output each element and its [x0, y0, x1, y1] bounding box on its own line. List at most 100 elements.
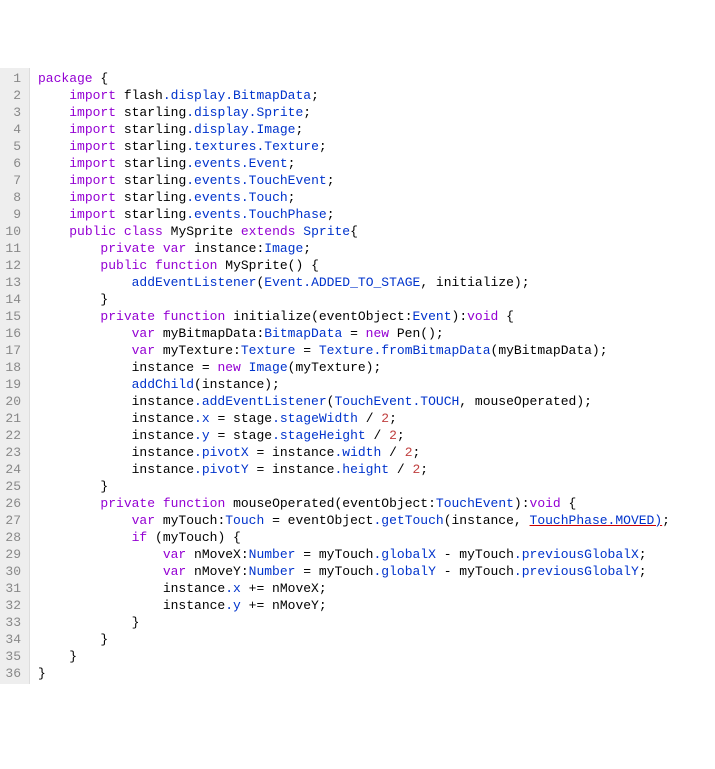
code-token: addChild	[132, 377, 194, 392]
code-token: .height	[334, 462, 389, 477]
code-token	[38, 564, 163, 579]
code-token: Image	[264, 241, 303, 256]
code-token: }	[38, 632, 108, 647]
code-token: private	[100, 241, 155, 256]
code-line: public function MySprite() {	[38, 257, 715, 274]
line-number: 32	[4, 597, 21, 614]
line-number: 26	[4, 495, 21, 512]
code-line: instance.y += nMoveY;	[38, 597, 715, 614]
code-token: .display.Image	[186, 122, 295, 137]
line-number: 2	[4, 87, 21, 104]
code-token: /	[358, 411, 381, 426]
code-token: .events.Event	[186, 156, 287, 171]
code-token: (instance,	[444, 513, 530, 528]
code-token: public	[100, 258, 147, 273]
code-token: extends	[241, 224, 296, 239]
code-token: ;	[662, 513, 670, 528]
line-number: 8	[4, 189, 21, 206]
code-token	[38, 547, 163, 562]
code-token	[38, 326, 132, 341]
code-token: ;	[413, 445, 421, 460]
code-token: var	[132, 326, 155, 341]
code-token	[38, 224, 69, 239]
code-token: instance	[38, 462, 194, 477]
code-token: myTexture:	[155, 343, 241, 358]
code-token: {	[350, 224, 358, 239]
code-token	[116, 224, 124, 239]
code-token: ;	[327, 207, 335, 222]
code-token: .previousGlobalY	[514, 564, 639, 579]
code-token: }	[38, 649, 77, 664]
code-token	[241, 360, 249, 375]
code-token: starling	[116, 173, 186, 188]
line-number: 10	[4, 223, 21, 240]
code-token: void	[467, 309, 498, 324]
code-token: TouchPhase	[530, 513, 608, 528]
code-token: function	[163, 309, 225, 324]
code-token: 2	[405, 445, 413, 460]
line-number: 21	[4, 410, 21, 427]
code-token: ;	[288, 190, 296, 205]
code-token: Number	[249, 547, 296, 562]
code-token: .previousGlobalX	[514, 547, 639, 562]
code-token: .textures.Texture	[186, 139, 319, 154]
code-token: ):	[514, 496, 530, 511]
code-line: if (myTouch) {	[38, 529, 715, 546]
code-token: BitmapData	[264, 326, 342, 341]
code-line: import starling.events.Touch;	[38, 189, 715, 206]
code-token: import	[69, 156, 116, 171]
code-token: Pen();	[389, 326, 444, 341]
code-token: ):	[452, 309, 468, 324]
code-token: (instance);	[194, 377, 280, 392]
code-token: starling	[116, 105, 186, 120]
code-token	[38, 258, 100, 273]
code-token	[38, 190, 69, 205]
code-token: myTouch:	[155, 513, 225, 528]
line-number: 18	[4, 359, 21, 376]
code-token	[38, 309, 100, 324]
code-token: instance	[38, 411, 194, 426]
code-token: .fromBitmapData	[373, 343, 490, 358]
code-token: var	[163, 564, 186, 579]
code-token	[38, 105, 69, 120]
code-token: += nMoveY;	[241, 598, 327, 613]
code-token: instance	[38, 428, 194, 443]
code-token	[38, 241, 100, 256]
code-line: import starling.display.Image;	[38, 121, 715, 138]
line-number: 20	[4, 393, 21, 410]
code-token	[38, 88, 69, 103]
code-token: .y	[194, 428, 210, 443]
code-token: }	[38, 479, 108, 494]
code-token: .display.Sprite	[186, 105, 303, 120]
code-token: ;	[389, 411, 397, 426]
code-line: }	[38, 614, 715, 631]
line-number: 9	[4, 206, 21, 223]
line-number: 29	[4, 546, 21, 563]
code-token: import	[69, 173, 116, 188]
code-token: .x	[225, 581, 241, 596]
line-number: 4	[4, 121, 21, 138]
code-token: .events.Touch	[186, 190, 287, 205]
code-token: Texture	[241, 343, 296, 358]
code-token: - myTouch	[436, 547, 514, 562]
code-token	[38, 513, 132, 528]
code-token: .events.TouchEvent	[186, 173, 326, 188]
code-token: starling	[116, 190, 186, 205]
code-token	[155, 309, 163, 324]
code-token: .ADDED_TO_STAGE	[303, 275, 420, 290]
code-line: package {	[38, 70, 715, 87]
code-token: import	[69, 190, 116, 205]
code-token: var	[132, 513, 155, 528]
code-token: /	[389, 462, 412, 477]
code-token: new	[217, 360, 240, 375]
code-line: var myBitmapData:BitmapData = new Pen();	[38, 325, 715, 342]
code-area: package { import flash.display.BitmapDat…	[30, 68, 715, 684]
code-line: import starling.textures.Texture;	[38, 138, 715, 155]
code-token: .x	[194, 411, 210, 426]
code-token: instance =	[38, 360, 217, 375]
code-token: var	[163, 241, 186, 256]
code-token	[147, 258, 155, 273]
code-token: .width	[334, 445, 381, 460]
code-token	[38, 156, 69, 171]
code-token: += nMoveX;	[241, 581, 327, 596]
